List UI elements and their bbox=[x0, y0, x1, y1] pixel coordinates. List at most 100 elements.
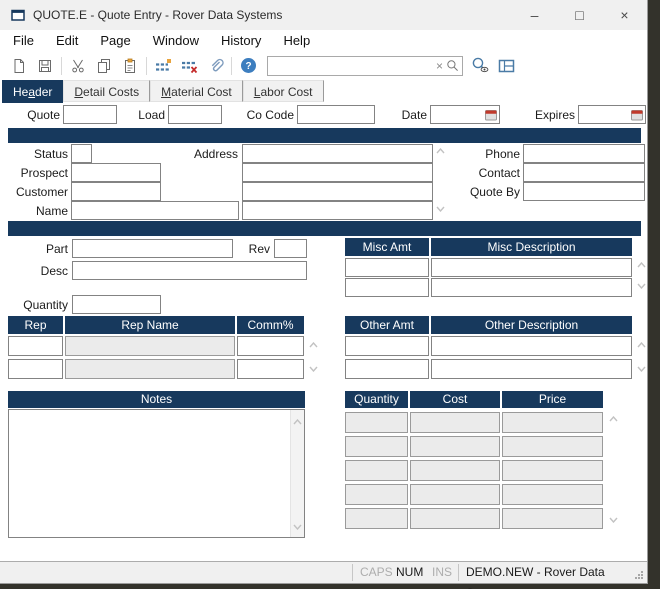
other-amt-input[interactable] bbox=[345, 336, 429, 356]
quote-by-label: Quote By bbox=[458, 183, 520, 201]
other-amt-input[interactable] bbox=[345, 359, 429, 379]
co-code-input[interactable] bbox=[297, 105, 375, 124]
price-grid-scroll-down-icon[interactable] bbox=[606, 515, 620, 525]
svg-text:?: ? bbox=[245, 61, 251, 72]
desc-input[interactable] bbox=[72, 261, 307, 280]
cut-icon[interactable] bbox=[65, 55, 91, 77]
search-icon[interactable] bbox=[446, 59, 462, 72]
customer-input[interactable] bbox=[71, 182, 161, 201]
zoom-preview-icon[interactable] bbox=[467, 55, 493, 77]
close-button[interactable]: × bbox=[602, 0, 647, 30]
new-document-icon[interactable] bbox=[6, 55, 32, 77]
notes-textarea[interactable] bbox=[9, 410, 291, 537]
status-bar-separator bbox=[352, 564, 353, 581]
notes-scroll-up-icon[interactable] bbox=[291, 412, 304, 430]
tab-labor-cost[interactable]: Labor Cost bbox=[243, 80, 324, 102]
prospect-input[interactable] bbox=[71, 163, 161, 182]
app-window: QUOTE.E - Quote Entry - Rover Data Syste… bbox=[0, 0, 647, 583]
quote-by-input[interactable] bbox=[523, 182, 645, 201]
desc-label: Desc bbox=[8, 262, 68, 280]
rev-input[interactable] bbox=[274, 239, 307, 258]
part-label: Part bbox=[8, 240, 68, 258]
misc-amt-input[interactable] bbox=[345, 258, 429, 277]
price-grid-scroll-up-icon[interactable] bbox=[606, 414, 620, 424]
tab-detail-costs[interactable]: Detail Costs bbox=[63, 80, 150, 102]
menu-window[interactable]: Window bbox=[142, 30, 210, 52]
insert-row-icon[interactable] bbox=[150, 55, 176, 77]
menu-edit[interactable]: Edit bbox=[45, 30, 89, 52]
other-description-header: Other Description bbox=[431, 316, 632, 334]
misc-description-input[interactable] bbox=[431, 258, 632, 277]
notes-scroll-down-icon[interactable] bbox=[291, 517, 304, 535]
cost-readonly-cell bbox=[410, 436, 500, 457]
search-clear-icon[interactable]: × bbox=[433, 59, 446, 73]
address-line-1-input[interactable] bbox=[242, 144, 433, 163]
other-description-input[interactable] bbox=[431, 336, 632, 356]
tab-material-cost[interactable]: Material Cost bbox=[150, 80, 243, 102]
misc-description-header: Misc Description bbox=[431, 238, 632, 256]
tab-header[interactable]: Header bbox=[2, 80, 63, 103]
address-scroll-down-icon[interactable] bbox=[433, 204, 447, 214]
rep-name-readonly-cell bbox=[65, 359, 235, 379]
phone-input[interactable] bbox=[523, 144, 645, 163]
menu-history[interactable]: History bbox=[210, 30, 272, 52]
save-icon[interactable] bbox=[32, 55, 58, 77]
expires-calendar-icon[interactable] bbox=[631, 108, 645, 121]
resize-grip[interactable] bbox=[634, 569, 644, 583]
misc-scroll-down-icon[interactable] bbox=[634, 281, 648, 291]
status-bar-separator bbox=[458, 564, 459, 581]
load-input[interactable] bbox=[168, 105, 222, 124]
address-line-4-input[interactable] bbox=[242, 201, 433, 220]
rep-scroll-up-icon[interactable] bbox=[306, 340, 320, 350]
quote-label: Quote bbox=[20, 106, 60, 124]
window-title: QUOTE.E - Quote Entry - Rover Data Syste… bbox=[33, 8, 282, 22]
menu-help[interactable]: Help bbox=[272, 30, 321, 52]
status-bar: CAPS NUM INS DEMO.NEW - Rover Data Syste… bbox=[0, 561, 647, 583]
paste-icon[interactable] bbox=[117, 55, 143, 77]
price-readonly-cell bbox=[502, 460, 603, 481]
comm-pct-input[interactable] bbox=[237, 359, 304, 379]
address-line-2-input[interactable] bbox=[242, 163, 433, 182]
delete-row-icon[interactable] bbox=[176, 55, 202, 77]
date-input[interactable] bbox=[431, 107, 485, 122]
menu-file[interactable]: File bbox=[2, 30, 45, 52]
search-input[interactable] bbox=[268, 58, 433, 74]
misc-description-input[interactable] bbox=[431, 278, 632, 297]
quantity-input[interactable] bbox=[72, 295, 161, 314]
address-label: Address bbox=[176, 145, 238, 163]
menu-page[interactable]: Page bbox=[89, 30, 141, 52]
customer-label: Customer bbox=[8, 183, 68, 201]
notes-scrollbar[interactable] bbox=[290, 410, 304, 537]
contact-input[interactable] bbox=[523, 163, 645, 182]
rep-input[interactable] bbox=[8, 359, 63, 379]
prospect-label: Prospect bbox=[8, 164, 68, 182]
address-scroll-up-icon[interactable] bbox=[433, 146, 447, 156]
misc-scroll-up-icon[interactable] bbox=[634, 260, 648, 270]
expires-input[interactable] bbox=[579, 107, 631, 122]
copy-icon[interactable] bbox=[91, 55, 117, 77]
other-scroll-down-icon[interactable] bbox=[634, 364, 648, 374]
other-scroll-up-icon[interactable] bbox=[634, 340, 648, 350]
panel-layout-icon[interactable] bbox=[493, 55, 519, 77]
misc-amt-input[interactable] bbox=[345, 278, 429, 297]
rep-input[interactable] bbox=[8, 336, 63, 356]
status-input[interactable] bbox=[71, 144, 92, 163]
attachment-paperclip-icon[interactable] bbox=[202, 55, 228, 77]
help-icon[interactable]: ? bbox=[235, 55, 261, 77]
quote-input[interactable] bbox=[63, 105, 117, 124]
other-description-input[interactable] bbox=[431, 359, 632, 379]
minimize-button[interactable]: – bbox=[512, 0, 557, 30]
quantity-readonly-cell bbox=[345, 508, 408, 529]
rep-scroll-down-icon[interactable] bbox=[306, 364, 320, 374]
cost-readonly-cell bbox=[410, 460, 500, 481]
name-input[interactable] bbox=[71, 201, 239, 220]
maximize-button[interactable]: □ bbox=[557, 0, 602, 30]
comm-pct-input[interactable] bbox=[237, 336, 304, 356]
title-bar[interactable]: QUOTE.E - Quote Entry - Rover Data Syste… bbox=[0, 0, 647, 30]
date-calendar-icon[interactable] bbox=[485, 108, 499, 121]
toolbar-separator bbox=[231, 57, 232, 75]
part-input[interactable] bbox=[72, 239, 233, 258]
address-line-3-input[interactable] bbox=[242, 182, 433, 201]
load-label: Load bbox=[123, 106, 165, 124]
search-box: × bbox=[267, 56, 463, 76]
